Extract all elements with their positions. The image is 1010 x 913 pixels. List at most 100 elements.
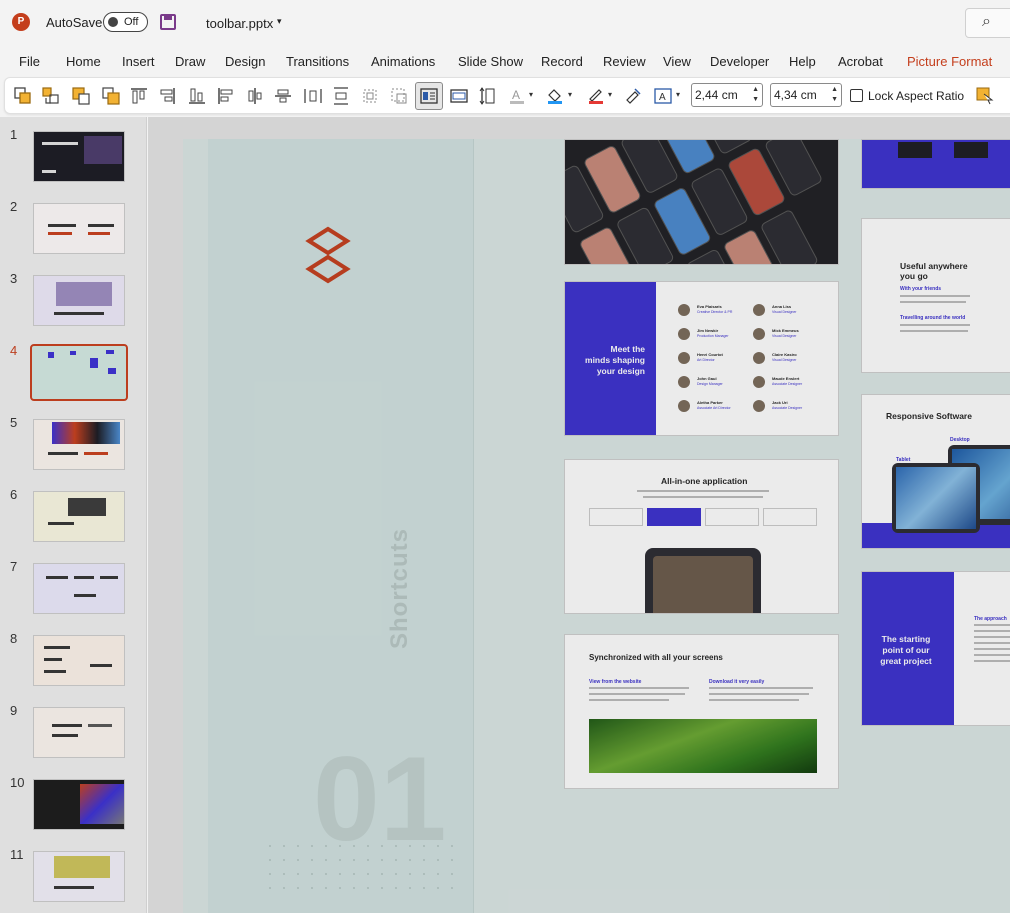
card-starting-point[interactable]: The starting point of our great project … <box>861 571 1010 726</box>
card-subheading: Download it very easily <box>709 679 765 685</box>
align-top-icon[interactable] <box>129 86 149 106</box>
thumb-number: 6 <box>10 487 18 502</box>
bring-forward-icon[interactable] <box>13 86 33 106</box>
width-stepper[interactable]: ▲ ▼ <box>831 85 838 105</box>
slide-canvas[interactable]: Shortcuts 01 Meet the minds shaping your… <box>148 117 1010 913</box>
chevron-down-icon[interactable]: ▾ <box>529 90 533 99</box>
ungroup-icon[interactable] <box>101 86 121 106</box>
slide-thumbnail[interactable] <box>33 419 125 470</box>
avatar <box>753 352 765 364</box>
tab-developer[interactable]: Developer <box>710 54 769 69</box>
text-line <box>900 324 970 326</box>
tab-design[interactable]: Design <box>225 54 265 69</box>
search-input[interactable]: ⌕ <box>965 8 1010 38</box>
tab-draw[interactable]: Draw <box>175 54 205 69</box>
slide-thumbnail[interactable] <box>33 707 125 758</box>
lock-aspect-checkbox[interactable] <box>850 89 863 102</box>
text-line <box>974 648 1010 650</box>
current-slide[interactable]: Shortcuts 01 Meet the minds shaping your… <box>183 139 1010 913</box>
card-responsive-software[interactable]: Responsive Software Desktop Tablet <box>861 394 1010 549</box>
tab-record[interactable]: Record <box>541 54 583 69</box>
tab-transitions[interactable]: Transitions <box>286 54 349 69</box>
chevron-down-icon[interactable]: ▾ <box>676 90 680 99</box>
slide-thumbnail[interactable] <box>33 491 125 542</box>
slide-thumbnail-current[interactable] <box>30 344 128 401</box>
tab-home[interactable]: Home <box>66 54 101 69</box>
group-icon[interactable] <box>71 86 91 106</box>
tab-picture-format[interactable]: Picture Format <box>907 54 992 69</box>
member-role: Visual Designer <box>772 310 797 314</box>
card-team[interactable]: Meet the minds shaping your design Eva P… <box>564 281 839 436</box>
autosave-toggle[interactable]: Off <box>103 12 148 32</box>
avatar <box>678 376 690 388</box>
tab-insert[interactable]: Insert <box>122 54 155 69</box>
thumb-number: 3 <box>10 271 18 286</box>
thumb-image <box>54 856 110 878</box>
send-backward-icon[interactable] <box>41 86 61 106</box>
avatar <box>678 328 690 340</box>
slide-thumbnail[interactable] <box>33 779 125 830</box>
slide-thumbnail[interactable] <box>33 563 125 614</box>
tab-view[interactable]: View <box>663 54 691 69</box>
thumb-line <box>74 594 96 597</box>
tab-help[interactable]: Help <box>789 54 816 69</box>
member-role: Visual Designer <box>772 358 797 362</box>
member-role: Associate Designer <box>772 382 803 386</box>
card-all-in-one[interactable]: All-in-one application <box>564 459 839 614</box>
member-name: Anna Liss <box>772 304 792 309</box>
distribute-vertical-icon[interactable] <box>331 86 351 106</box>
height-field[interactable]: 2,44 cm ▲ ▼ <box>691 83 763 107</box>
member-name: Aletha Parker <box>697 400 723 405</box>
crop-to-shape-icon[interactable] <box>389 86 409 106</box>
text-autofit-icon[interactable]: A <box>653 86 673 106</box>
thumb-image <box>80 784 124 824</box>
font-color-icon[interactable]: A <box>507 86 527 106</box>
save-icon[interactable] <box>160 14 176 30</box>
chevron-down-icon[interactable]: ▾ <box>277 16 282 27</box>
tab-file[interactable]: File <box>19 54 40 69</box>
align-bottom-icon[interactable] <box>187 86 207 106</box>
card-phones-collage[interactable] <box>564 139 839 265</box>
card-synchronized[interactable]: Synchronized with all your screens View … <box>564 634 839 789</box>
selection-pane-icon[interactable] <box>975 86 995 106</box>
slide-thumbnail[interactable] <box>33 131 125 182</box>
wrap-text-icon[interactable] <box>415 82 443 110</box>
line-spacing-icon[interactable] <box>477 86 497 106</box>
thumb-line <box>74 576 94 579</box>
slide-thumbnail[interactable] <box>33 203 125 254</box>
align-left-icon[interactable] <box>216 86 236 106</box>
document-filename[interactable]: toolbar.pptx <box>206 16 273 31</box>
tab-review[interactable]: Review <box>603 54 646 69</box>
slide-thumbnail[interactable] <box>33 275 125 326</box>
outline-color-icon[interactable] <box>586 86 606 106</box>
height-value: 2,44 cm <box>695 88 738 102</box>
tab-animations[interactable]: Animations <box>371 54 435 69</box>
card-devices-partial[interactable] <box>861 139 1010 189</box>
width-field[interactable]: 4,34 cm ▲ ▼ <box>770 83 842 107</box>
autosave-label: AutoSave <box>46 15 103 30</box>
height-stepper[interactable]: ▲ ▼ <box>752 85 759 105</box>
format-painter-icon[interactable] <box>623 86 643 106</box>
tab-acrobat[interactable]: Acrobat <box>838 54 883 69</box>
tab-slide-show[interactable]: Slide Show <box>458 54 523 69</box>
align-center-icon[interactable] <box>245 86 265 106</box>
distribute-horizontal-icon[interactable] <box>303 86 323 106</box>
slide-thumbnails-panel[interactable]: 1 2 3 4 5 6 7 8 9 10 11 <box>0 117 147 913</box>
fill-color-icon[interactable] <box>545 86 565 106</box>
chevron-down-icon[interactable]: ▾ <box>608 90 612 99</box>
align-right-icon[interactable] <box>157 86 177 106</box>
vertical-section-label: Shortcuts <box>386 527 413 649</box>
member-name: Henri Courtot <box>697 352 723 357</box>
slide-thumbnail[interactable] <box>33 635 125 686</box>
text-box-icon[interactable] <box>449 86 469 106</box>
slide-thumbnail[interactable] <box>33 851 125 902</box>
member-name: Maude Enslert <box>772 376 800 381</box>
card-subheading: View from the website <box>589 679 642 685</box>
phones-image <box>565 140 822 264</box>
crop-icon[interactable] <box>360 86 380 106</box>
card-useful-anywhere[interactable]: Useful anywhere you go With your friends… <box>861 218 1010 373</box>
avatar <box>753 304 765 316</box>
align-middle-icon[interactable] <box>273 86 293 106</box>
chevron-down-icon[interactable]: ▾ <box>568 90 572 99</box>
member-name: Jack Uri <box>772 400 788 405</box>
